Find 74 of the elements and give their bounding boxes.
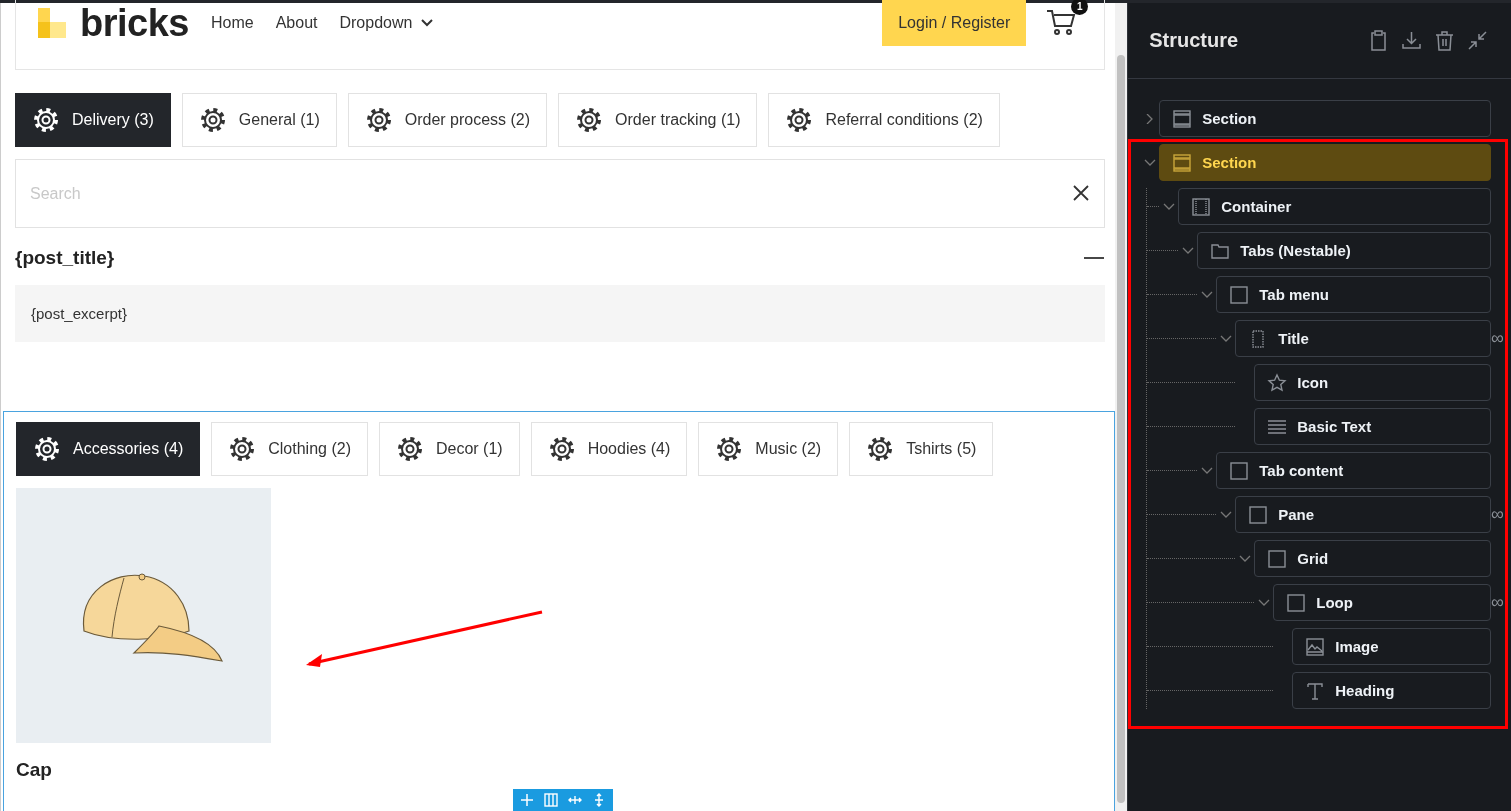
tree-item[interactable]: Tab menu [1216, 276, 1491, 313]
gear-icon [866, 435, 895, 463]
chevron-down-icon[interactable] [1200, 465, 1213, 476]
tree-item[interactable]: Pane [1235, 496, 1491, 533]
loop-mark: ∞ [1491, 328, 1505, 349]
section-icon [1172, 152, 1193, 173]
chevron-down-icon[interactable] [1162, 201, 1175, 212]
nav-link[interactable]: Dropdown [339, 14, 435, 32]
gear-icon [228, 435, 257, 463]
close-icon[interactable] [1071, 183, 1092, 203]
tab[interactable]: Decor (1) [378, 422, 520, 476]
gear-icon [547, 435, 576, 463]
tree-item[interactable]: Grid [1254, 540, 1491, 577]
image-icon [1305, 636, 1326, 657]
loop-mark: ∞ [1491, 592, 1505, 613]
tab[interactable]: Music (2) [698, 422, 839, 476]
columns-icon[interactable] [541, 791, 561, 809]
chevron-down-icon[interactable] [1181, 245, 1194, 256]
section-icon [1172, 108, 1193, 129]
container-icon [1191, 196, 1212, 217]
square-icon [1229, 284, 1250, 305]
tab[interactable]: Tshirts (5) [849, 422, 994, 476]
login-register-button[interactable]: Login / Register [882, 0, 1027, 46]
gear-icon [33, 435, 61, 463]
chevron-down-icon[interactable] [1143, 157, 1156, 168]
tree-item[interactable]: Loop [1273, 584, 1491, 621]
accordion-title[interactable]: {post_title} [15, 247, 115, 269]
chevron-down-icon[interactable] [1219, 333, 1232, 344]
tab[interactable]: Delivery (3) [15, 93, 171, 147]
chevron-down-icon[interactable] [1219, 509, 1232, 520]
heading-icon [1305, 680, 1326, 701]
gear-icon [715, 435, 744, 463]
tab[interactable]: Accessories (4) [16, 422, 201, 476]
nav-link[interactable]: Home [210, 14, 254, 32]
tree-item[interactable]: Basic Text [1254, 408, 1491, 445]
tab[interactable]: General (1) [181, 93, 337, 147]
gear-icon [785, 106, 814, 134]
tab[interactable]: Clothing (2) [211, 422, 368, 476]
trash-icon[interactable] [1433, 28, 1456, 53]
tab[interactable]: Referral conditions (2) [768, 93, 1000, 147]
tree-item[interactable]: Section [1159, 144, 1491, 181]
gear-icon [575, 106, 604, 134]
scrollbar[interactable] [1115, 3, 1128, 811]
tree-item[interactable]: Image [1292, 628, 1491, 665]
tree-item[interactable]: Container [1178, 188, 1491, 225]
chevron-down-icon[interactable] [1238, 553, 1251, 564]
tab[interactable]: Order process (2) [347, 93, 548, 147]
gear-icon [364, 106, 393, 134]
tree-item[interactable]: Tabs (Nestable) [1197, 232, 1491, 269]
cart-count-badge: 1 [1071, 0, 1089, 15]
accordion-content: {post_excerpt} [15, 285, 1106, 342]
logo-text[interactable]: bricks [80, 4, 189, 42]
cart-icon[interactable] [1046, 8, 1077, 36]
square-icon [1267, 548, 1288, 569]
tree-item[interactable]: Heading [1292, 672, 1491, 709]
gear-icon [395, 435, 424, 463]
tree-item[interactable]: Section [1159, 100, 1491, 137]
nav-link[interactable]: About [275, 14, 318, 32]
tab[interactable]: Hoodies (4) [530, 422, 688, 476]
tab[interactable]: Order tracking (1) [558, 93, 758, 147]
star-icon [1267, 372, 1288, 393]
square-icon [1229, 460, 1250, 481]
gear-icon [198, 106, 227, 134]
product-title: Cap [16, 759, 53, 781]
tree-item[interactable]: Title [1235, 320, 1491, 357]
square-icon [1248, 504, 1269, 525]
gear-icon [32, 106, 60, 134]
tree-item[interactable]: Icon [1254, 364, 1491, 401]
tree-item[interactable]: Tab content [1216, 452, 1491, 489]
loop-mark: ∞ [1491, 504, 1505, 525]
square-icon [1286, 592, 1307, 613]
panel-title: Structure [1149, 29, 1240, 52]
chevron-down-icon[interactable] [1200, 289, 1213, 300]
chevron-down-icon[interactable] [1257, 597, 1270, 608]
